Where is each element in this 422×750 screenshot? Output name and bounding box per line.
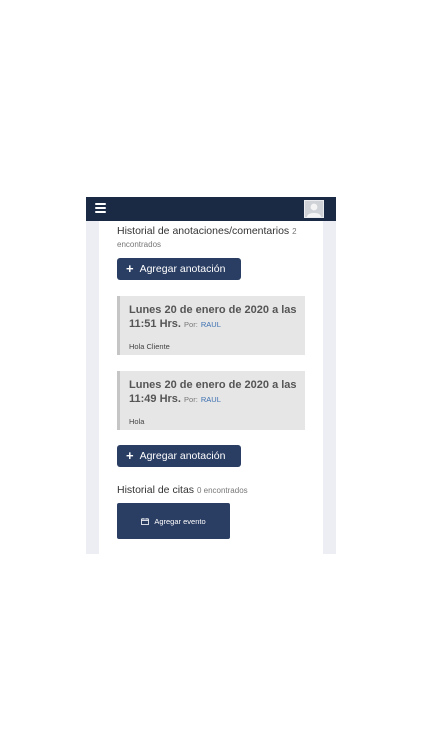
add-annotation-label: Agregar anotación xyxy=(139,263,226,275)
annotation-by-label: Por: xyxy=(184,395,198,404)
annotations-count-number: 2 xyxy=(292,227,297,236)
appointments-title: Historial de citas 0 encontrados xyxy=(117,483,248,498)
user-avatar-icon[interactable] xyxy=(304,200,324,218)
annotation-card: Lunes 20 de enero de 2020 a las 11:51 Hr… xyxy=(117,296,305,355)
annotation-text: Hola xyxy=(129,417,145,426)
add-annotation-button-top[interactable]: + Agregar anotación xyxy=(117,258,241,280)
annotations-title-text: Historial de anotaciones/comentarios xyxy=(117,225,290,237)
annotation-by-label: Por: xyxy=(184,320,198,329)
annotation-date-line2: 11:51 Hrs. xyxy=(129,318,181,330)
annotation-card: Lunes 20 de enero de 2020 a las 11:49 Hr… xyxy=(117,371,305,430)
main-content: Historial de anotaciones/comentarios 2 e… xyxy=(99,221,323,554)
annotation-date: Lunes 20 de enero de 2020 a las 11:49 Hr… xyxy=(129,378,297,407)
annotation-author-link[interactable]: RAUL xyxy=(201,320,221,329)
annotations-title: Historial de anotaciones/comentarios 2 xyxy=(117,224,297,239)
plus-icon: + xyxy=(126,448,134,463)
hamburger-menu-icon[interactable] xyxy=(94,203,107,215)
calendar-icon xyxy=(141,517,150,525)
annotation-author-link[interactable]: RAUL xyxy=(201,395,221,404)
add-event-label: Agregar evento xyxy=(154,516,206,526)
top-navbar xyxy=(86,197,336,221)
annotation-date-line1: Lunes 20 de enero de 2020 a las xyxy=(129,379,297,391)
app-screen: Historial de anotaciones/comentarios 2 e… xyxy=(86,197,336,554)
appointments-title-text: Historial de citas xyxy=(117,484,195,496)
annotation-date-line1: Lunes 20 de enero de 2020 a las xyxy=(129,304,297,316)
appointments-count: 0 encontrados xyxy=(196,486,248,495)
add-annotation-label: Agregar anotación xyxy=(139,450,226,462)
plus-icon: + xyxy=(126,261,134,276)
annotation-text: Hola Cliente xyxy=(129,342,170,351)
add-event-button[interactable]: Agregar evento xyxy=(117,503,230,539)
add-annotation-button-bottom[interactable]: + Agregar anotación xyxy=(117,445,241,467)
annotations-count-label: encontrados xyxy=(117,240,162,249)
annotation-date: Lunes 20 de enero de 2020 a las 11:51 Hr… xyxy=(129,303,297,332)
annotation-date-line2: 11:49 Hrs. xyxy=(129,393,181,405)
